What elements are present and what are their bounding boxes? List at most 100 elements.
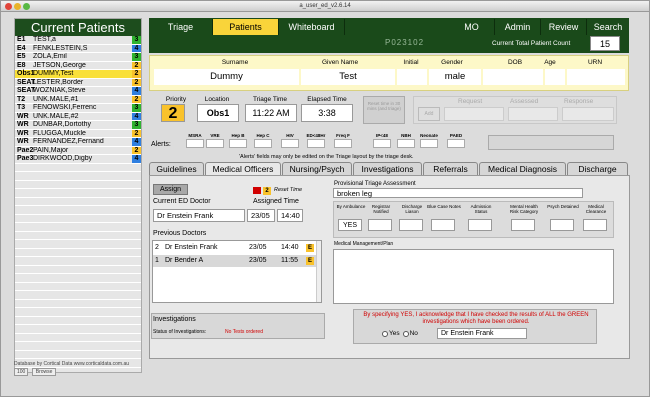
response-field[interactable] <box>562 107 614 121</box>
assign-button[interactable]: Assign <box>153 184 188 195</box>
empty-patient-row <box>15 325 141 334</box>
acknowledge-doctor-field[interactable]: Dr Enstein Frank <box>437 328 527 339</box>
status-column-field[interactable] <box>468 219 492 231</box>
urn-field[interactable] <box>567 69 625 85</box>
zoom-window-icon[interactable] <box>23 3 30 10</box>
alert-checkbox[interactable] <box>447 139 465 148</box>
alert-checkbox[interactable] <box>307 139 325 148</box>
gender-header: Gender <box>441 59 463 66</box>
zoom-level[interactable]: 100 <box>14 368 29 376</box>
management-plan-field[interactable] <box>333 249 614 304</box>
alert-checkbox[interactable] <box>281 139 299 148</box>
alerts-extra-field[interactable] <box>488 135 614 150</box>
tab-discharge[interactable]: Discharge <box>567 162 628 175</box>
patient-row[interactable]: T2 UNK.MALE,#1 2 <box>15 95 141 104</box>
patient-banner: Surname Given Name Initial Gender DOB Ag… <box>149 55 629 91</box>
nav-whiteboard[interactable]: Whiteboard <box>279 19 345 35</box>
add-request-button[interactable]: Add <box>418 107 440 121</box>
dob-header: DOB <box>507 59 523 66</box>
patient-row[interactable]: SEAT WOZNIAK,Steve 4 <box>15 87 141 96</box>
patient-row[interactable]: E4 FENKLESTEIN,S 4 <box>15 44 141 53</box>
patient-row[interactable]: Pae2 PAIN,Major 2 <box>15 146 141 155</box>
previous-doctor-row[interactable]: 2 Dr Enstein Frank 23/05 14:40 E <box>153 242 316 254</box>
status-column-field[interactable] <box>431 219 455 231</box>
nav-patients[interactable]: Patients <box>213 19 279 35</box>
nav-admin[interactable]: Admin <box>495 19 541 35</box>
patient-row[interactable]: E8 JETSON,George 2 <box>15 61 141 70</box>
dob-field[interactable] <box>483 69 543 85</box>
status-column-field[interactable] <box>399 219 423 231</box>
total-patient-count: 15 <box>590 36 620 51</box>
alert-checkbox[interactable] <box>397 139 415 148</box>
minimize-window-icon[interactable] <box>14 3 21 10</box>
patient-row[interactable]: WR FERNANDEZ,Fernand 4 <box>15 138 141 147</box>
browse-mode-button[interactable]: Browse <box>31 368 57 376</box>
nav-review[interactable]: Review <box>541 19 587 35</box>
patient-triage-badge: 3 <box>132 104 141 112</box>
empty-patient-row <box>15 206 141 215</box>
assessed-field[interactable] <box>508 107 558 121</box>
empty-patient-row <box>15 214 141 223</box>
patient-row[interactable]: E1 TEST,a 3 <box>15 36 141 45</box>
patient-row[interactable]: Obs1 DUMMY,Test 2 <box>15 70 141 79</box>
patient-row[interactable]: SEAT LESTER,Border 2 <box>15 78 141 87</box>
nav-mo[interactable]: MO <box>449 19 495 35</box>
yes-radio[interactable] <box>382 330 388 337</box>
nav-search[interactable]: Search <box>587 19 629 35</box>
age-header: Age <box>544 59 556 66</box>
triage-time-label: Triage Time <box>252 96 288 103</box>
status-column-field[interactable] <box>583 219 607 231</box>
previous-doctors-label: Previous Doctors <box>153 230 207 237</box>
alert-checkbox[interactable] <box>373 139 391 148</box>
surname-field[interactable]: Dummy <box>154 69 299 85</box>
alert-checkbox[interactable] <box>334 139 352 148</box>
patient-row[interactable]: WR FLUGGA,Muckle 2 <box>15 129 141 138</box>
given-name-field[interactable]: Test <box>301 69 395 85</box>
current-ed-doctor-label: Current ED Doctor <box>153 198 211 205</box>
patient-row[interactable]: T3 FENOWSKI,Ferrenc 3 <box>15 104 141 113</box>
status-column-label: Discharge Liason <box>401 204 423 214</box>
total-patient-count-label: Current Total Patient Count <box>492 40 571 47</box>
status-column-field[interactable] <box>550 219 574 231</box>
alert-checkbox[interactable] <box>186 139 204 148</box>
nav-triage[interactable]: Triage <box>149 19 213 35</box>
previous-doctor-flag[interactable]: E <box>306 257 314 265</box>
gender-field[interactable]: male <box>429 69 481 85</box>
status-column-field[interactable] <box>511 219 535 231</box>
alert-checkbox[interactable] <box>206 139 224 148</box>
assigned-date-field[interactable]: 23/05 <box>247 209 275 222</box>
initial-field[interactable] <box>397 69 427 85</box>
alert-label: IP<48 <box>376 133 388 138</box>
tab-guidelines[interactable]: Guidelines <box>149 162 204 175</box>
age-field[interactable] <box>545 69 565 85</box>
patient-triage-badge: 3 <box>132 121 141 129</box>
patient-row[interactable]: Pae3 DIRKWOOD,Digby 4 <box>15 155 141 164</box>
patient-row[interactable]: WR DUNBAR,Dortothy 3 <box>15 121 141 130</box>
patient-row[interactable]: WR UNK.MALE,#2 4 <box>15 112 141 121</box>
tab-nursing-psych[interactable]: Nursing/Psych <box>282 162 352 175</box>
footer-credit: Database by Cortical Data www.corticalda… <box>14 361 129 376</box>
empty-patient-row <box>15 240 141 249</box>
assigned-time-field[interactable]: 14:40 <box>277 209 303 222</box>
patient-name: JETSON,George <box>33 61 86 69</box>
current-ed-doctor-field[interactable]: Dr Enstein Frank <box>153 209 245 222</box>
patient-bed: E1 <box>17 36 26 43</box>
patient-row[interactable]: E5 ZOLA,Emil 3 <box>15 53 141 62</box>
alert-checkbox[interactable] <box>229 139 247 148</box>
close-window-icon[interactable] <box>5 3 12 10</box>
status-column-field[interactable]: YES <box>338 219 362 231</box>
status-column-field[interactable] <box>368 219 392 231</box>
alert-checkbox[interactable] <box>420 139 438 148</box>
previous-doctor-row[interactable]: 1 Dr Bender A 23/05 11:55 E <box>153 255 316 267</box>
reset-time-button[interactable]: Reset time in 30 mins (and triage) <box>363 96 405 124</box>
previous-doctor-flag[interactable]: E <box>306 244 314 252</box>
tab-referrals[interactable]: Referrals <box>423 162 478 175</box>
tab-investigations[interactable]: Investigations <box>353 162 422 175</box>
previous-doctors-scrollbar[interactable] <box>316 241 321 302</box>
provisional-assessment-field[interactable]: broken leg <box>333 188 583 198</box>
request-field[interactable] <box>444 107 504 121</box>
alert-checkbox[interactable] <box>254 139 272 148</box>
tab-medical-officers[interactable]: Medical Officers <box>205 162 281 175</box>
no-radio[interactable] <box>402 330 409 337</box>
tab-medical-diagnosis[interactable]: Medical Diagnosis <box>479 162 566 175</box>
